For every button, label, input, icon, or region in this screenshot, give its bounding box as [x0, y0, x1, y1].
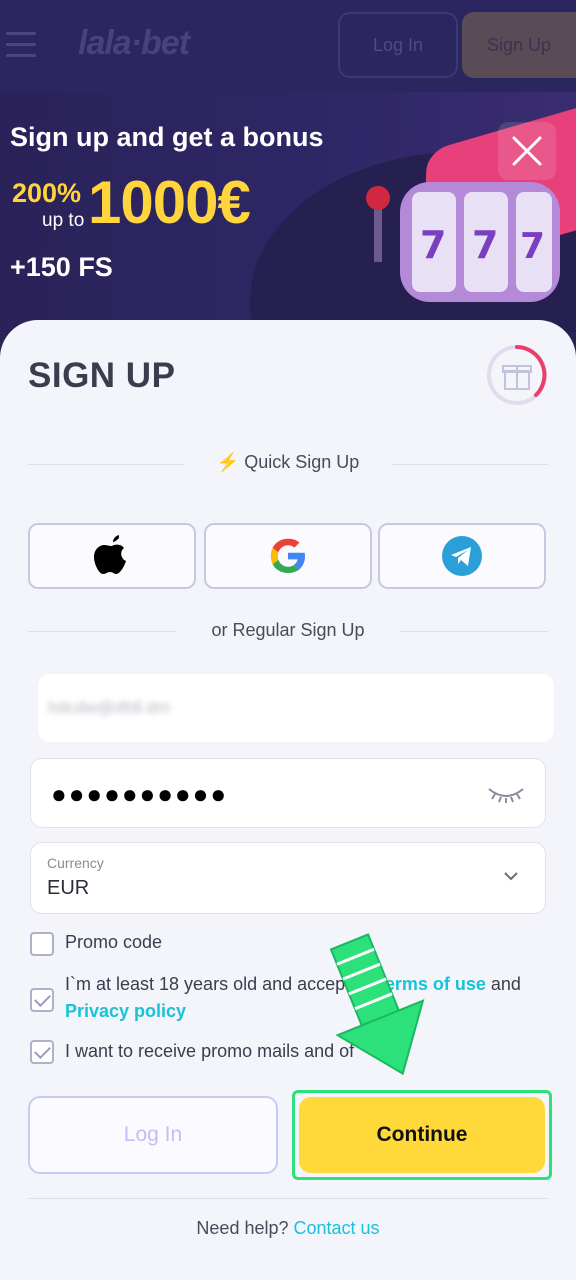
email-field[interactable]: hdcdw@dfdl.dm — [38, 674, 554, 742]
header-login-button[interactable]: Log In — [338, 12, 458, 78]
banner-amount: 1000€ — [88, 169, 251, 236]
google-icon — [270, 538, 305, 573]
age-terms-text: I`m at least 18 years old and accept th … — [65, 974, 521, 1021]
page-title: SIGN UP — [28, 356, 176, 395]
telegram-icon — [442, 536, 482, 576]
quick-signup-label: Quick Sign Up — [244, 452, 360, 472]
svg-text:7: 7 — [472, 223, 498, 267]
continue-button[interactable]: Continue — [299, 1097, 545, 1173]
privacy-policy-link[interactable]: Privacy policy — [65, 1001, 186, 1021]
gift-icon[interactable] — [486, 344, 548, 406]
email-value: hdcdw@dfdl.dm — [48, 698, 171, 717]
promo-code-label: Promo code — [65, 932, 163, 952]
help-text: Need help? — [196, 1218, 289, 1238]
google-signup-button[interactable] — [204, 523, 372, 589]
close-icon[interactable] — [511, 135, 543, 167]
banner-percent: 200% — [12, 178, 82, 208]
green-arrow-annotation — [329, 933, 425, 1076]
currency-value: EUR — [47, 877, 90, 899]
regular-signup-label: or Regular Sign Up — [211, 620, 365, 640]
banner-free-spins: +150 FS — [10, 252, 113, 282]
password-field[interactable]: ●●●●●●●●●● — [30, 758, 546, 828]
telegram-signup-button[interactable] — [378, 523, 546, 589]
lightning-icon: ⚡ — [216, 452, 240, 472]
promo-code-checkbox[interactable] — [30, 932, 54, 956]
banner-title: Sign up and get a bonus — [10, 122, 324, 152]
menu-icon[interactable] — [6, 32, 36, 58]
continue-highlight: Continue — [292, 1090, 552, 1180]
banner-up-to: up to — [42, 210, 85, 231]
login-button[interactable]: Log In — [28, 1096, 278, 1174]
currency-label: Currency — [47, 855, 104, 871]
currency-select[interactable]: Currency EUR — [30, 842, 546, 914]
header-signup-button[interactable]: Sign Up — [462, 12, 576, 78]
close-banner-button[interactable] — [498, 122, 556, 180]
promo-mails-label: I want to receive promo mails and of — [65, 1041, 355, 1061]
age-terms-checkbox[interactable] — [30, 988, 54, 1012]
apple-signup-button[interactable] — [28, 523, 196, 589]
svg-text:7: 7 — [420, 223, 446, 267]
svg-text:7: 7 — [520, 226, 545, 267]
help-line: Need help? Contact us — [0, 1218, 576, 1239]
slot-machine-icon: 7 7 7 — [366, 182, 560, 302]
password-value: ●●●●●●●●●● — [51, 779, 229, 809]
contact-us-link[interactable]: Contact us — [294, 1218, 380, 1238]
signup-sheet: SIGN UP ⚡ Quick Sign Up or Regular Sign … — [0, 320, 576, 1280]
chevron-down-icon — [504, 872, 518, 881]
promo-mails-checkbox[interactable] — [30, 1040, 54, 1064]
apple-icon — [94, 535, 126, 574]
eye-closed-icon[interactable] — [487, 785, 525, 803]
bonus-banner: 7 7 7 Sign up and get a bonus 200% up to… — [0, 92, 576, 332]
top-header: lala·bet Log In Sign Up — [0, 0, 576, 92]
site-logo[interactable]: lala·bet — [78, 24, 190, 63]
